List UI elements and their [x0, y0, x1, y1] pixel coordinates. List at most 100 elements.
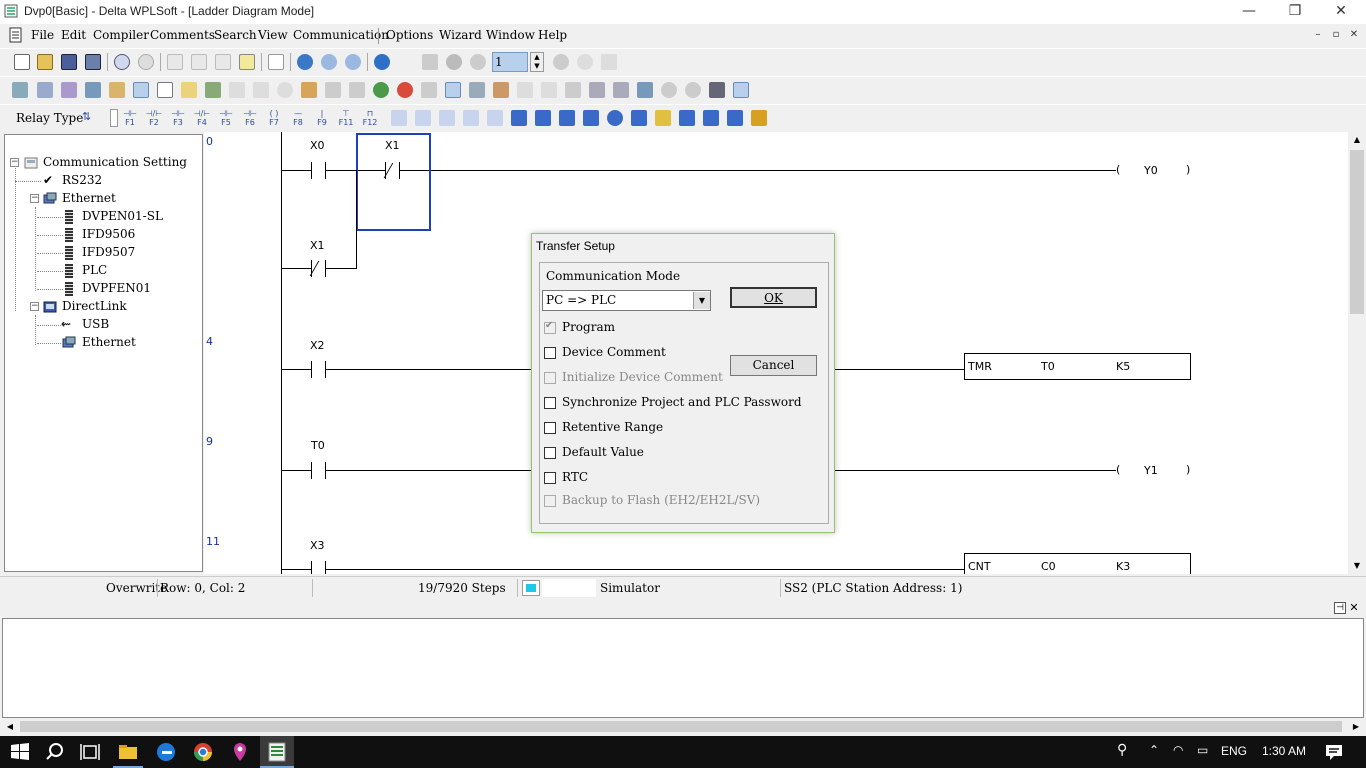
- menu-search[interactable]: Search: [214, 28, 257, 42]
- tree-item-dvpfen01[interactable]: DVPFEN01: [82, 281, 151, 299]
- communication-mode-select[interactable]: PC => PLC ▼: [542, 290, 711, 311]
- f3-contact-button[interactable]: ⊣⊢ F3: [168, 109, 188, 127]
- edit-icon[interactable]: [109, 82, 125, 98]
- output-close-icon[interactable]: ✕: [1348, 602, 1360, 614]
- mdi-restore-button[interactable]: ▫: [1329, 28, 1343, 42]
- paste-icon[interactable]: [215, 54, 231, 70]
- retentive-range-checkbox[interactable]: [544, 422, 556, 434]
- clock[interactable]: 1:30 AM: [1262, 744, 1306, 758]
- mdi-minimize-button[interactable]: –: [1311, 28, 1325, 42]
- menu-edit[interactable]: Edit: [61, 28, 86, 42]
- device-icon[interactable]: [85, 82, 101, 98]
- redo-icon[interactable]: [138, 54, 154, 70]
- new-file-icon[interactable]: [14, 54, 30, 70]
- wifi-icon[interactable]: ◠: [1173, 743, 1183, 757]
- menu-compiler[interactable]: Compiler: [93, 28, 149, 42]
- scroll-right-icon[interactable]: ▶: [1348, 718, 1364, 735]
- relay-swap-icon[interactable]: ⇅: [82, 110, 91, 123]
- f5-contact-button[interactable]: ⊣⊢ F5: [216, 109, 236, 127]
- zoom-icon[interactable]: [297, 54, 313, 70]
- chrome-icon[interactable]: [191, 740, 215, 764]
- tree-item-directlink-ethernet[interactable]: Ethernet: [82, 335, 136, 353]
- image-icon[interactable]: [637, 82, 653, 98]
- tree-collapse-directlink[interactable]: −: [30, 302, 39, 311]
- write-icon[interactable]: [469, 82, 485, 98]
- network-icon[interactable]: [709, 82, 725, 98]
- erase-icon[interactable]: [239, 54, 255, 70]
- line-tool-icon[interactable]: [268, 54, 284, 70]
- tree-item-ethernet[interactable]: Ethernet: [62, 191, 116, 209]
- tray-chevron-up-icon[interactable]: ⌃: [1149, 743, 1159, 757]
- maps-icon[interactable]: [228, 740, 252, 764]
- rtc-checkbox[interactable]: [544, 472, 556, 484]
- output-horizontal-scrollbar[interactable]: ◀ ▶: [2, 718, 1364, 735]
- help-icon[interactable]: [374, 54, 390, 70]
- menu-options[interactable]: Options: [386, 28, 433, 42]
- minimize-button[interactable]: —: [1226, 0, 1272, 24]
- motor-icon[interactable]: [535, 110, 551, 126]
- menu-view[interactable]: View: [258, 28, 288, 42]
- battery-icon[interactable]: ▭: [1197, 743, 1208, 757]
- list-icon[interactable]: [613, 82, 629, 98]
- position-icon[interactable]: [583, 110, 599, 126]
- wplsoft-taskbar-button[interactable]: [260, 736, 294, 768]
- default-value-checkbox[interactable]: [544, 447, 556, 459]
- tree-collapse-root[interactable]: −: [10, 158, 19, 167]
- f6-contact-button[interactable]: ⊣⊢ F6: [240, 109, 260, 127]
- menu-help[interactable]: Help: [538, 28, 567, 42]
- tree-item-usb[interactable]: USB: [82, 317, 109, 335]
- tree-item-ifd9506[interactable]: IFD9506: [82, 227, 135, 245]
- open-file-icon[interactable]: [37, 54, 53, 70]
- menu-comments[interactable]: Comments: [150, 28, 215, 42]
- zoom-in-icon[interactable]: [321, 54, 337, 70]
- scroll-left-icon[interactable]: ◀: [2, 718, 18, 735]
- io-icon[interactable]: [703, 110, 719, 126]
- task-view-icon[interactable]: [78, 740, 102, 764]
- monitor-icon[interactable]: [446, 54, 462, 70]
- sfc-mode-icon[interactable]: [61, 82, 77, 98]
- mov-icon[interactable]: [463, 110, 479, 126]
- apl-icon[interactable]: [487, 110, 503, 126]
- f8-line-button[interactable]: — F8: [288, 109, 308, 127]
- mdi-close-button[interactable]: ✕: [1347, 28, 1361, 42]
- output-pin-icon[interactable]: ⊣: [1334, 602, 1346, 614]
- np-icon[interactable]: [391, 110, 407, 126]
- tree-item-ifd9507[interactable]: IFD9507: [82, 245, 135, 263]
- output-area[interactable]: [2, 618, 1364, 718]
- layout-icon[interactable]: [733, 82, 749, 98]
- undo-icon[interactable]: [114, 54, 130, 70]
- mail-icon[interactable]: [655, 110, 671, 126]
- cancel-button[interactable]: Cancel: [730, 355, 817, 376]
- cut-icon[interactable]: [167, 54, 183, 70]
- pn-icon[interactable]: [415, 110, 431, 126]
- sync-password-checkbox[interactable]: [544, 397, 556, 409]
- menu-window[interactable]: Window: [486, 28, 535, 42]
- notification-icon[interactable]: [1322, 740, 1346, 764]
- menu-file[interactable]: File: [31, 28, 54, 42]
- f2-contact-button[interactable]: ⊣/⊢ F2: [144, 109, 164, 127]
- tree-item-plc[interactable]: PLC: [82, 263, 107, 281]
- ladder-vertical-scrollbar[interactable]: ▲ ▼: [1348, 132, 1366, 574]
- pid-icon[interactable]: [511, 110, 527, 126]
- grid-icon[interactable]: [181, 82, 197, 98]
- link-icon[interactable]: [205, 82, 221, 98]
- device-comment-checkbox[interactable]: [544, 347, 556, 359]
- search-icon[interactable]: [43, 740, 67, 764]
- module-icon[interactable]: [727, 110, 743, 126]
- f12-button[interactable]: ⊓ F12: [360, 109, 380, 127]
- windows-start-icon[interactable]: [8, 740, 32, 764]
- chevron-down-icon[interactable]: ▼: [693, 292, 710, 309]
- branch-icon[interactable]: [679, 110, 695, 126]
- active-view-icon[interactable]: [133, 82, 149, 98]
- wave-icon[interactable]: [559, 110, 575, 126]
- horizontal-scroll-thumb[interactable]: [20, 721, 1342, 732]
- code-icon[interactable]: [493, 82, 509, 98]
- tree-item-directlink[interactable]: DirectLink: [62, 299, 127, 317]
- tmr-instruction[interactable]: [964, 353, 1191, 380]
- transfer-icon[interactable]: [445, 82, 461, 98]
- menu-communication[interactable]: Communication: [293, 28, 389, 42]
- edge-icon[interactable]: [154, 740, 178, 764]
- restore-button[interactable]: ❐: [1272, 0, 1318, 24]
- language-indicator[interactable]: ENG: [1221, 744, 1247, 758]
- tree-item-communication-setting[interactable]: Communication Setting: [43, 155, 187, 173]
